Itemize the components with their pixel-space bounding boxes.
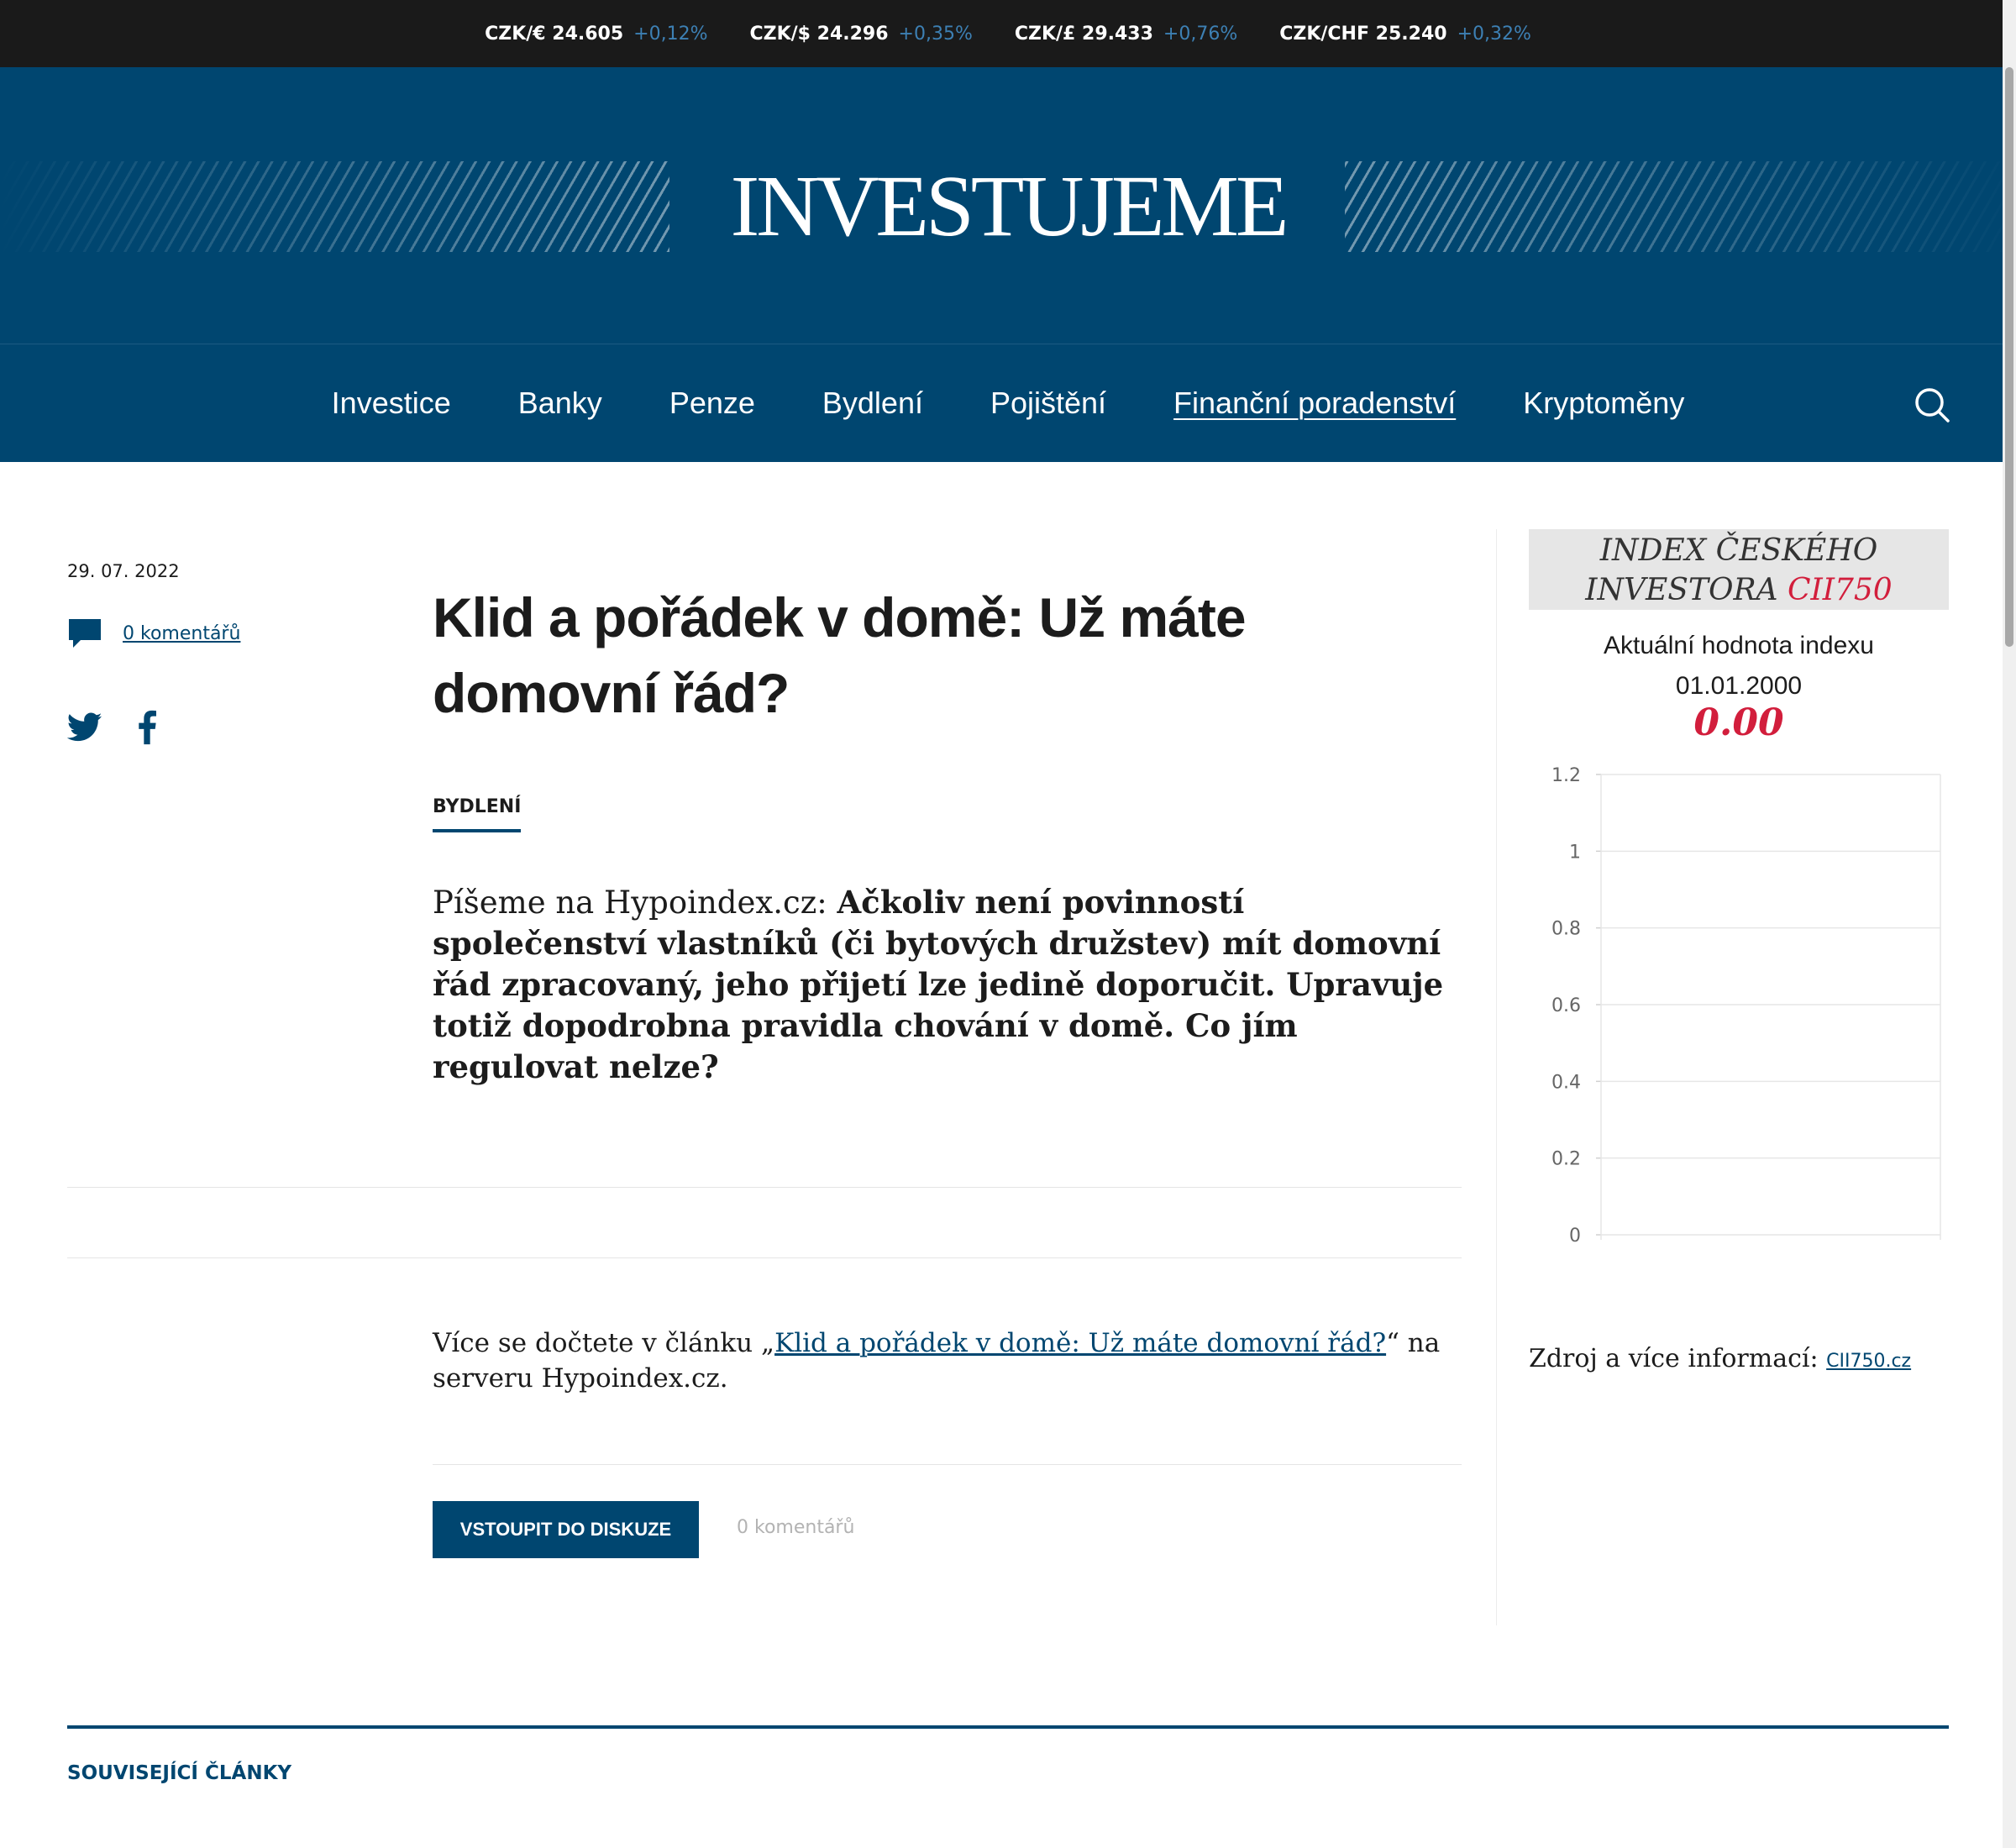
ticker-item-usd: CZK/$ 24.296 +0,35% (749, 24, 972, 45)
widget-source: Zdroj a více informací: CII750.cz (1529, 1344, 1911, 1373)
lead-prefix: Píšeme na Hypoindex.cz: (433, 885, 837, 921)
nav-item-pojisteni[interactable]: Pojištění (990, 386, 1106, 421)
sidebar-divider (1496, 529, 1497, 1625)
ticker-change: +0,76% (1163, 23, 1238, 45)
header-pattern-left (0, 161, 669, 252)
source-link[interactable]: CII750.cz (1826, 1351, 1911, 1372)
article-date: 29. 07. 2022 (67, 561, 180, 581)
join-discussion-button[interactable]: VSTOUPIT DO DISKUZE (433, 1501, 699, 1558)
read-more-link[interactable]: Klid a pořádek v domě: Už máte domovní ř… (774, 1328, 1386, 1358)
read-more-text: Více se dočtete v článku „Klid a pořádek… (433, 1326, 1466, 1396)
chart-y-tick-label: 0 (1569, 1226, 1581, 1247)
nav-item-kryptomeny[interactable]: Kryptoměny (1523, 386, 1684, 421)
facebook-icon (139, 710, 156, 745)
index-widget-title: INDEX ČESKÉHO INVESTORA CII750 (1529, 529, 1949, 610)
index-chart: 0 0.2 0.4 0.6 0.8 1 1.2 (1551, 765, 1941, 1247)
facebook-share-button[interactable] (138, 710, 156, 748)
widget-subtitle-text: Aktuální hodnota indexu (1604, 632, 1874, 659)
comment-icon (69, 619, 101, 648)
comments-count-link[interactable]: 0 komentářů (123, 623, 240, 644)
divider (67, 1187, 1462, 1188)
chart-y-tick-label: 0.6 (1551, 995, 1581, 1016)
scrollbar-thumb[interactable] (2005, 67, 2013, 647)
ticker-item-eur: CZK/€ 24.605 +0,12% (485, 24, 707, 45)
social-share (66, 710, 156, 748)
main-navigation: Investice Banky Penze Bydlení Pojištění … (0, 344, 2016, 462)
read-more-prefix: Více se dočtete v článku „ (433, 1328, 775, 1358)
ticker-change: +0,35% (898, 23, 973, 45)
article-title: Klid a pořádek v domě: Už máte domovní ř… (433, 586, 1247, 724)
discussion-count: 0 komentářů (737, 1517, 855, 1538)
currency-ticker: CZK/€ 24.605 +0,12% CZK/$ 24.296 +0,35% … (0, 0, 2016, 67)
site-header: INVESTUJEME (0, 67, 2016, 344)
ticker-item-chf: CZK/CHF 25.240 +0,32% (1279, 24, 1531, 45)
widget-title-line1: INDEX ČESKÉHO (1599, 533, 1878, 568)
header-pattern-right (1345, 161, 2016, 252)
twitter-icon (66, 712, 102, 742)
nav-item-financni-poradenstvi[interactable]: Finanční poradenství (1173, 386, 1456, 421)
search-button[interactable] (1914, 386, 1950, 423)
comments-link[interactable]: 0 komentářů (67, 617, 240, 649)
ticker-rate: CZK/£ 29.433 (1014, 23, 1153, 45)
chart-y-tick-label: 0.8 (1551, 919, 1581, 940)
divider (433, 1464, 1462, 1465)
index-widget-subtitle: Aktuální hodnota indexu 01.01.2000 (1529, 626, 1949, 706)
index-value: 0.00 (1693, 701, 1784, 744)
widget-title-code: CII750 (1788, 573, 1893, 607)
nav-item-investice[interactable]: Investice (332, 386, 451, 421)
ticker-rate: CZK/$ 24.296 (749, 23, 889, 45)
chart-y-tick-label: 1 (1569, 842, 1581, 863)
ticker-item-gbp: CZK/£ 29.433 +0,76% (1015, 24, 1237, 45)
nav-item-penze[interactable]: Penze (669, 386, 755, 421)
widget-title-line2: INVESTORA CII750 (1529, 570, 1949, 610)
nav-item-bydleni[interactable]: Bydlení (822, 386, 923, 421)
article-category[interactable]: BYDLENÍ (433, 796, 522, 832)
nav-item-banky[interactable]: Banky (518, 386, 602, 421)
search-icon (1915, 388, 1950, 423)
ticker-rate: CZK/CHF 25.240 (1279, 23, 1447, 45)
chart-y-tick-label: 0.2 (1551, 1149, 1581, 1170)
ticker-change: +0,12% (633, 23, 708, 45)
ticker-change: +0,32% (1457, 23, 1531, 45)
widget-title-word: INVESTORA (1585, 573, 1778, 607)
ticker-rate: CZK/€ 24.605 (485, 23, 624, 45)
related-articles-title: SOUVISEJÍCÍ ČLÁNKY (67, 1762, 292, 1784)
related-divider (67, 1725, 1949, 1729)
widget-date: 01.01.2000 (1675, 672, 1803, 700)
article-lead: Píšeme na Hypoindex.cz: Ačkoliv není pov… (433, 882, 1462, 1088)
site-logo[interactable]: INVESTUJEME (672, 156, 1344, 257)
divider (67, 1257, 1462, 1258)
chart-y-tick-label: 0.4 (1551, 1072, 1581, 1093)
twitter-share-button[interactable] (66, 712, 102, 746)
chart-y-tick-label: 1.2 (1551, 765, 1581, 786)
source-label: Zdroj a více informací: (1529, 1344, 1827, 1373)
